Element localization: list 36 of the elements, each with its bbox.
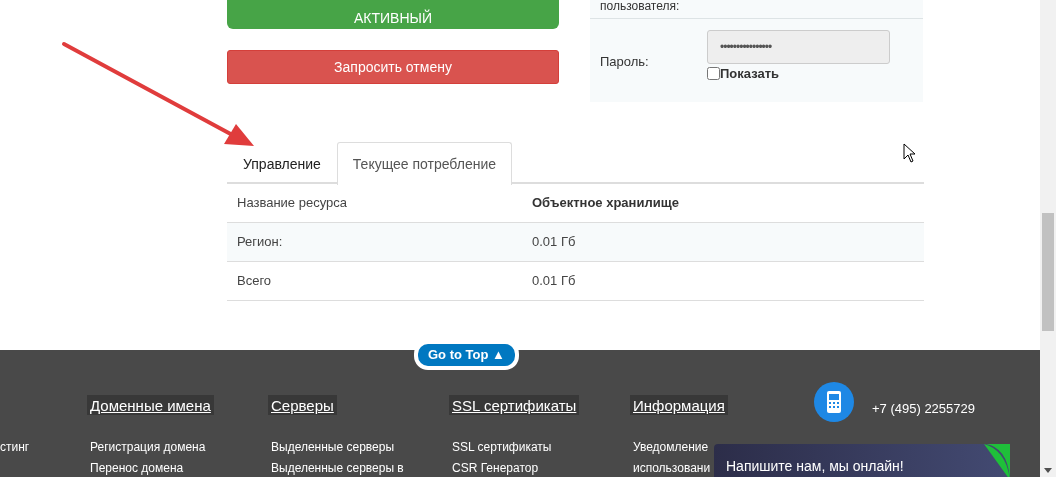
status-bar: АКТИВНЫЙ: [227, 0, 559, 29]
phone-number: +7 (495) 2255729: [872, 399, 975, 418]
scrollbar[interactable]: [1040, 0, 1056, 477]
tab[interactable]: Текущее потребление: [336, 141, 513, 185]
tab[interactable]: Управление: [227, 141, 337, 184]
table-cell-text: 0.01 Гб: [532, 232, 576, 251]
footer-link[interactable]: CSR Генератор: [452, 461, 539, 475]
phone-icon: [814, 382, 854, 422]
footer-link[interactable]: Регистрация домена: [90, 440, 206, 454]
footer-link[interactable]: Перенос домена: [90, 461, 184, 475]
chat-prompt: Напишите нам, мы онлайн!: [726, 457, 904, 476]
footer-link[interactable]: Выделенные серверы: [271, 440, 395, 454]
footer-link[interactable]: Уведомление: [633, 440, 709, 454]
table-cell-text: Всего: [236, 271, 273, 290]
scrollbar-thumb[interactable]: [1042, 213, 1054, 331]
footer-heading[interactable]: Информация: [630, 395, 728, 415]
show-checkbox[interactable]: [707, 67, 720, 81]
footer-link[interactable]: SSL сертификаты: [452, 440, 552, 454]
table-cell-text: 0.01 Гб: [532, 271, 576, 290]
scroll-down-icon[interactable]: [1044, 468, 1052, 473]
table-cell-text: Регион:: [236, 232, 284, 251]
footer-link[interactable]: использовани: [633, 461, 711, 475]
leaf-icon: [984, 444, 1010, 477]
field-label: пользователя:: [600, 0, 680, 15]
footer-link[interactable]: стинг: [0, 440, 30, 454]
cancel-request-button[interactable]: Запросить отмену: [227, 50, 559, 84]
footer-heading[interactable]: SSL сертификаты: [449, 395, 580, 415]
field-label: Пароль:: [600, 53, 650, 71]
password-field[interactable]: ••••••••••••••••: [707, 30, 890, 64]
column-header: Объектное хранилище: [532, 193, 679, 212]
mouse-cursor-icon: [903, 143, 917, 163]
footer-link[interactable]: Выделенные серверы в: [271, 461, 404, 475]
footer-heading[interactable]: Доменные имена: [87, 395, 214, 415]
checkbox-label: Показать: [720, 65, 780, 83]
column-header: Название ресурса: [236, 193, 348, 212]
footer-heading[interactable]: Серверы: [268, 395, 337, 415]
